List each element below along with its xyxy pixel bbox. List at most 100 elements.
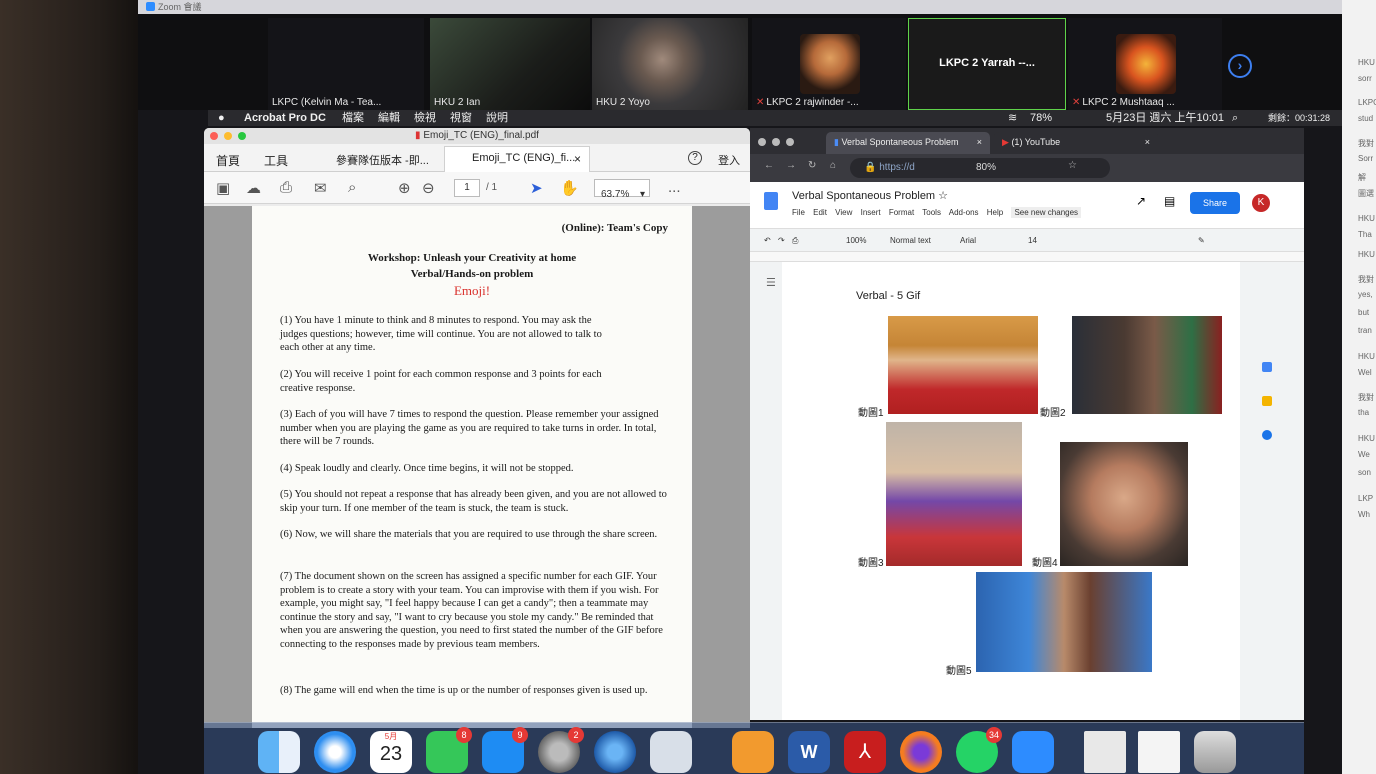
- font-select[interactable]: Arial: [960, 236, 976, 245]
- trash-icon[interactable]: [1194, 731, 1236, 773]
- see-new-changes[interactable]: See new changes: [1011, 207, 1082, 218]
- bookmark-star-icon[interactable]: ☆: [1068, 160, 1077, 171]
- gif-image-1[interactable]: [888, 316, 1038, 414]
- page-number-input[interactable]: 1: [454, 179, 480, 197]
- participant-tile-2[interactable]: HKU 2 Ian: [430, 18, 590, 110]
- spotlight-search-icon[interactable]: ⌕: [1232, 110, 1238, 126]
- close-window-icon[interactable]: [210, 132, 218, 140]
- menu-insert[interactable]: Insert: [861, 208, 881, 217]
- comment-icon[interactable]: ▤: [1164, 194, 1175, 208]
- tab-verbal-doc[interactable]: ▮ Verbal Spontaneous Problem ×: [826, 132, 990, 154]
- participant-tile-3[interactable]: HKU 2 Yoyo: [592, 18, 748, 110]
- print-icon[interactable]: ⎙: [792, 236, 798, 246]
- avatar[interactable]: K: [1252, 194, 1270, 212]
- email-icon[interactable]: ✉: [314, 179, 327, 197]
- participant-tile-1[interactable]: LKPC (Kelvin Ma - Tea...: [268, 18, 424, 110]
- tab-document-1[interactable]: 參賽隊伍版本 -即...: [336, 152, 429, 168]
- menu-item-help[interactable]: 說明: [486, 110, 508, 126]
- finder-icon[interactable]: [258, 731, 300, 773]
- tasks-icon[interactable]: [1262, 430, 1272, 440]
- minimize-window-icon[interactable]: [224, 132, 232, 140]
- zoom-select[interactable]: 100%: [846, 236, 866, 245]
- login-button[interactable]: 登入: [718, 152, 740, 168]
- whatsapp-icon[interactable]: 34: [956, 727, 1002, 773]
- share-button[interactable]: Share: [1190, 192, 1240, 214]
- menu-help[interactable]: Help: [987, 208, 1003, 217]
- more-icon[interactable]: ...: [668, 179, 681, 196]
- firefox-icon[interactable]: [900, 731, 942, 773]
- chevron-right-icon[interactable]: ›: [1228, 54, 1252, 78]
- maximize-window-icon[interactable]: [238, 132, 246, 140]
- font-size-select[interactable]: 14: [1028, 236, 1037, 245]
- system-preferences-icon[interactable]: 2: [538, 727, 584, 773]
- menu-item-view[interactable]: 檢視: [414, 110, 436, 126]
- help-icon[interactable]: ?: [688, 151, 702, 165]
- zoom-app-icon[interactable]: [1012, 731, 1054, 773]
- gif-image-2[interactable]: [1072, 316, 1222, 414]
- participant-tile-5[interactable]: LKPC 2 Yarrah --...: [908, 18, 1066, 110]
- safari-icon[interactable]: [314, 731, 356, 773]
- minimize-window-icon[interactable]: [772, 138, 780, 146]
- save-icon[interactable]: ▣: [216, 179, 230, 197]
- acrobat-icon[interactable]: ⅄: [844, 731, 886, 773]
- forward-icon[interactable]: →: [786, 160, 796, 171]
- style-select[interactable]: Normal text: [890, 236, 931, 245]
- gif-image-3[interactable]: [886, 422, 1022, 566]
- calendar-icon[interactable]: 5月 23: [370, 731, 412, 773]
- gdocs-logo-icon[interactable]: [764, 192, 778, 210]
- keep-icon[interactable]: [1262, 396, 1272, 406]
- page-up-icon[interactable]: ⊕: [398, 179, 411, 197]
- word-icon[interactable]: W: [788, 731, 830, 773]
- menu-item-edit[interactable]: 編輯: [378, 110, 400, 126]
- apple-icon[interactable]: ●: [218, 110, 225, 126]
- tab-close-icon[interactable]: ×: [977, 137, 982, 147]
- close-window-icon[interactable]: [758, 138, 766, 146]
- tab-youtube[interactable]: ▶ (1) YouTube ×: [994, 132, 1158, 154]
- pdf-viewport[interactable]: (Online): Team's Copy Workshop: Unleash …: [204, 206, 750, 728]
- menu-item-file[interactable]: 檔案: [342, 110, 364, 126]
- page-down-icon[interactable]: ⊖: [422, 179, 435, 197]
- facetime-icon[interactable]: 8: [426, 727, 472, 773]
- outline-icon[interactable]: ☰: [766, 276, 776, 289]
- back-icon[interactable]: ←: [764, 160, 774, 171]
- upload-cloud-icon[interactable]: ☁: [246, 179, 261, 197]
- print-icon[interactable]: ⎙: [280, 179, 292, 196]
- calendar-icon[interactable]: [1262, 362, 1272, 372]
- participant-tile-4[interactable]: ✕ LKPC 2 rajwinder -...: [752, 18, 906, 110]
- tab-home[interactable]: 首頁: [216, 152, 240, 169]
- wifi-icon[interactable]: ≋: [1008, 110, 1017, 126]
- activity-icon[interactable]: ↗: [1136, 194, 1146, 208]
- edit-pencil-icon[interactable]: ✎: [1198, 236, 1205, 245]
- star-icon[interactable]: ☆: [938, 190, 948, 202]
- gif-image-5[interactable]: [976, 572, 1152, 672]
- battery-percent[interactable]: 78%: [1030, 110, 1052, 126]
- doc-canvas[interactable]: ☰ Verbal - 5 Gif 動圖1 動圖2 動圖3 動圖4 動圖5: [750, 262, 1304, 720]
- doc-title[interactable]: Verbal Spontaneous Problem ☆: [792, 189, 948, 202]
- books-icon[interactable]: [732, 731, 774, 773]
- appstore-icon[interactable]: 9: [482, 727, 528, 773]
- page-zoom[interactable]: 80%: [976, 162, 996, 173]
- gif-image-4[interactable]: [1060, 442, 1188, 566]
- menu-tools[interactable]: Tools: [922, 208, 941, 217]
- undo-icon[interactable]: ↶: [764, 236, 771, 245]
- menu-datetime[interactable]: 5月23日 週六 上午10:01: [1106, 110, 1224, 126]
- search-icon[interactable]: ⌕: [348, 179, 356, 196]
- window-thumbnail-2[interactable]: [1138, 731, 1180, 773]
- maximize-window-icon[interactable]: [786, 138, 794, 146]
- quicktime-icon[interactable]: [594, 731, 636, 773]
- tab-tools[interactable]: 工具: [264, 152, 288, 169]
- select-cursor-icon[interactable]: ➤: [530, 179, 543, 197]
- menu-view[interactable]: View: [835, 208, 852, 217]
- preview-icon[interactable]: [650, 731, 692, 773]
- menu-format[interactable]: Format: [889, 208, 914, 217]
- home-icon[interactable]: ⌂: [830, 160, 836, 171]
- tab-close-icon[interactable]: ×: [574, 152, 581, 166]
- menu-app-name[interactable]: Acrobat Pro DC: [244, 110, 326, 126]
- menu-addons[interactable]: Add-ons: [949, 208, 979, 217]
- menu-file[interactable]: File: [792, 208, 805, 217]
- tab-close-icon[interactable]: ×: [1145, 137, 1150, 147]
- window-thumbnail-1[interactable]: [1084, 731, 1126, 773]
- zoom-select[interactable]: 63.7% ▾: [594, 179, 650, 200]
- menu-edit[interactable]: Edit: [813, 208, 827, 217]
- hand-tool-icon[interactable]: ✋: [560, 179, 579, 197]
